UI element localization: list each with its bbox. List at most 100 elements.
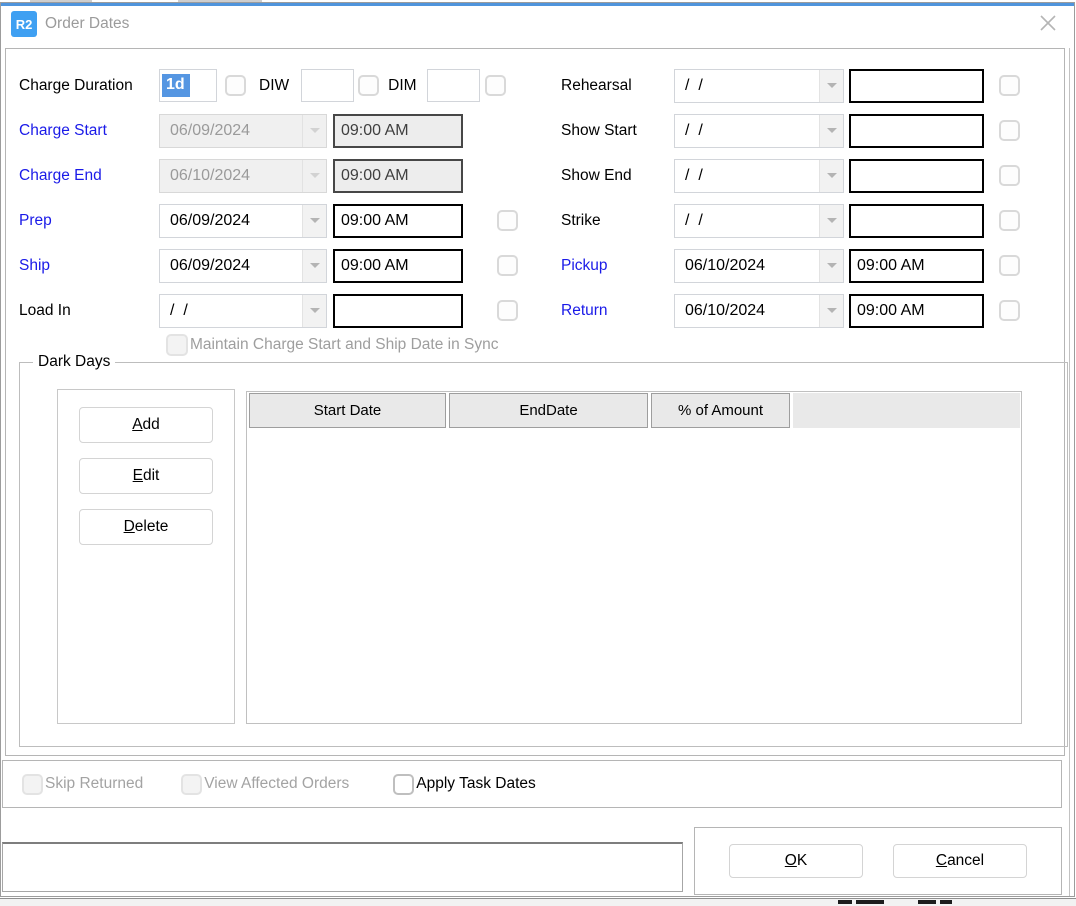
charge-end-date-value: 06/10/2024 (160, 160, 302, 192)
show-end-label: Show End (559, 167, 671, 185)
dark-days-group: Dark Days Add Edit Delete Start Date End… (19, 362, 1068, 747)
prep-label[interactable]: Prep (14, 212, 156, 230)
prep-date-dropdown-button[interactable] (302, 205, 326, 237)
rehearsal-checkbox[interactable] (999, 75, 1020, 96)
rehearsal-time-input[interactable] (849, 69, 984, 103)
show-start-date-combo[interactable]: / / (674, 114, 844, 148)
pickup-row: Pickup 06/10/2024 09:00 AM (559, 243, 1064, 288)
dark-days-table-header: Start Date EndDate % of Amount (247, 392, 1021, 429)
ship-date-dropdown-button[interactable] (302, 250, 326, 282)
delete-button[interactable]: Delete (79, 509, 213, 545)
charge-start-row: Charge Start 06/09/2024 09:00 AM (14, 108, 559, 153)
ship-date-combo[interactable]: 06/09/2024 (159, 249, 327, 283)
background-text-fragment (838, 900, 852, 904)
show-start-time-input[interactable] (849, 114, 984, 148)
return-row: Return 06/10/2024 09:00 AM (559, 288, 1064, 333)
charge-duration-checkbox[interactable] (225, 75, 246, 96)
view-affected-orders-checkbox (181, 774, 202, 795)
show-end-date-dropdown-button[interactable] (819, 160, 843, 192)
dialog-title: Order Dates (45, 15, 129, 33)
load-in-row: Load In / / (14, 288, 559, 333)
rehearsal-date-combo[interactable]: / / (674, 69, 844, 103)
return-date-combo[interactable]: 06/10/2024 (674, 294, 844, 328)
ship-label[interactable]: Ship (14, 257, 156, 275)
view-affected-orders-label: View Affected Orders (204, 775, 349, 793)
rehearsal-date-dropdown-button[interactable] (819, 70, 843, 102)
return-time-input[interactable]: 09:00 AM (849, 294, 984, 328)
load-in-label: Load In (14, 302, 156, 320)
chevron-down-icon (827, 128, 837, 133)
diw-input[interactable] (301, 69, 354, 102)
close-icon[interactable] (1037, 12, 1059, 34)
strike-checkbox[interactable] (999, 210, 1020, 231)
strike-time-input[interactable] (849, 204, 984, 238)
return-date-value: 06/10/2024 (675, 295, 819, 327)
chevron-down-icon (827, 83, 837, 88)
ship-time-input[interactable]: 09:00 AM (333, 249, 463, 283)
column-header-end-date[interactable]: EndDate (449, 393, 648, 428)
apply-task-dates-label: Apply Task Dates (416, 775, 535, 793)
ship-checkbox[interactable] (497, 255, 518, 276)
charge-start-label[interactable]: Charge Start (14, 122, 156, 140)
ship-date-value: 06/09/2024 (160, 250, 302, 282)
dark-days-table-body[interactable] (247, 429, 1021, 723)
dim-input[interactable] (427, 69, 480, 102)
load-in-date-value: / / (160, 295, 302, 327)
add-button[interactable]: Add (79, 407, 213, 443)
background-window-strip (0, 898, 1076, 906)
apply-task-dates-checkbox[interactable] (393, 774, 414, 795)
charge-start-time-input: 09:00 AM (333, 114, 463, 148)
prep-date-combo[interactable]: 06/09/2024 (159, 204, 327, 238)
return-date-dropdown-button[interactable] (819, 295, 843, 327)
load-in-date-dropdown-button[interactable] (302, 295, 326, 327)
show-end-date-combo[interactable]: / / (674, 159, 844, 193)
footer-options-strip: Skip Returned View Affected Orders Apply… (2, 760, 1062, 808)
column-header-percent-amount[interactable]: % of Amount (651, 393, 790, 428)
ship-row: Ship 06/09/2024 09:00 AM (14, 243, 559, 288)
r2-app-icon: R2 (11, 11, 37, 37)
chevron-down-icon (827, 308, 837, 313)
pickup-checkbox[interactable] (999, 255, 1020, 276)
dialog-buttons-panel: OK Cancel (694, 827, 1062, 895)
pickup-date-value: 06/10/2024 (675, 250, 819, 282)
charge-duration-input[interactable]: 1d (159, 69, 217, 102)
diw-checkbox[interactable] (358, 75, 379, 96)
pickup-date-dropdown-button[interactable] (819, 250, 843, 282)
load-in-time-input[interactable] (333, 294, 463, 328)
cancel-button[interactable]: Cancel (893, 844, 1027, 878)
show-start-label: Show Start (559, 122, 671, 140)
column-header-start-date[interactable]: Start Date (249, 393, 446, 428)
maintain-sync-label: Maintain Charge Start and Ship Date in S… (190, 336, 498, 354)
order-dates-dialog: R2 Order Dates Charge Duration 1d DIW (0, 0, 1076, 906)
strike-date-combo[interactable]: / / (674, 204, 844, 238)
dim-checkbox[interactable] (485, 75, 506, 96)
prep-time-input[interactable]: 09:00 AM (333, 204, 463, 238)
pickup-label[interactable]: Pickup (559, 257, 671, 275)
load-in-date-combo[interactable]: / / (159, 294, 327, 328)
show-start-date-dropdown-button[interactable] (819, 115, 843, 147)
show-start-checkbox[interactable] (999, 120, 1020, 141)
titlebar: R2 Order Dates (1, 6, 1074, 48)
dark-days-table: Start Date EndDate % of Amount (246, 391, 1022, 724)
return-checkbox[interactable] (999, 300, 1020, 321)
charge-end-label[interactable]: Charge End (14, 167, 156, 185)
dates-form-panel: Charge Duration 1d DIW DIM Charge Start (5, 48, 1065, 756)
show-start-row: Show Start / / (559, 108, 1064, 153)
background-text-fragment (856, 900, 884, 904)
load-in-checkbox[interactable] (497, 300, 518, 321)
pickup-time-input[interactable]: 09:00 AM (849, 249, 984, 283)
apply-task-dates-option[interactable]: Apply Task Dates (393, 774, 535, 795)
return-label[interactable]: Return (559, 302, 671, 320)
dialog-inner-edge-line (1069, 48, 1070, 896)
prep-checkbox[interactable] (497, 210, 518, 231)
note-input[interactable] (2, 842, 683, 892)
skip-returned-label: Skip Returned (45, 775, 143, 793)
show-end-checkbox[interactable] (999, 165, 1020, 186)
show-start-date-value: / / (675, 115, 819, 147)
chevron-down-icon (310, 263, 320, 268)
strike-date-dropdown-button[interactable] (819, 205, 843, 237)
pickup-date-combo[interactable]: 06/10/2024 (674, 249, 844, 283)
edit-button[interactable]: Edit (79, 458, 213, 494)
ok-button[interactable]: OK (729, 844, 863, 878)
show-end-time-input[interactable] (849, 159, 984, 193)
